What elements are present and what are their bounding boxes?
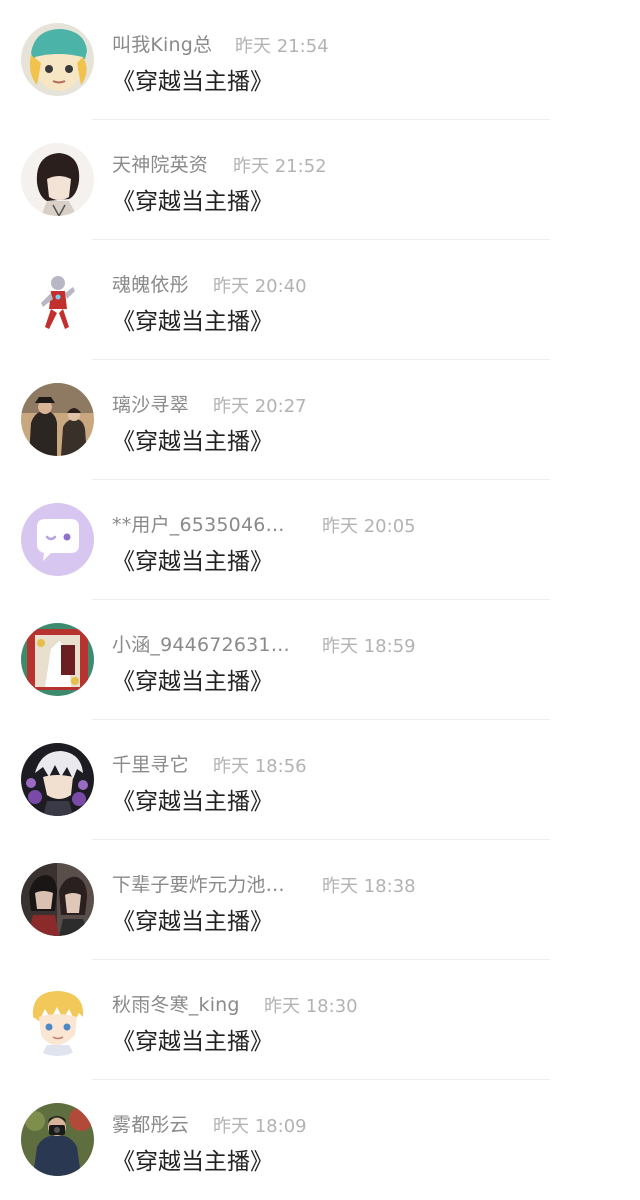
avatar[interactable] [21,743,94,816]
username[interactable]: 璃沙寻翠 [112,390,189,417]
anime-boy-avatar-icon [21,23,94,96]
avatar[interactable] [21,383,94,456]
avatar[interactable] [21,23,94,96]
comment-item[interactable]: 魂魄依彤 昨天 20:40 《穿越当主播》 [0,240,640,360]
comment-item[interactable]: 小涵_944672631… 昨天 18:59 《穿越当主播》 [0,600,640,720]
username[interactable]: **用户_6535046… [112,510,285,537]
sketch-portrait-avatar-icon [21,143,94,216]
timestamp: 昨天 21:54 [235,36,329,57]
username[interactable]: 下辈子要炸元力池… [112,870,285,897]
comment-text: 《穿越当主播》 [112,789,273,815]
timestamp: 昨天 18:38 [322,876,416,897]
anime-blonde-avatar-icon [21,983,94,1056]
username[interactable]: 魂魄依彤 [112,270,189,297]
comment-item[interactable]: **用户_6535046… 昨天 20:05 《穿越当主播》 [0,480,640,600]
avatar[interactable] [21,503,94,576]
timestamp: 昨天 20:27 [213,396,307,417]
photographer-photo-avatar-icon [21,1103,94,1176]
chat-bubble-avatar-icon [21,503,94,576]
avatar[interactable] [21,983,94,1056]
timestamp: 昨天 18:30 [264,996,358,1017]
timestamp: 昨天 21:52 [233,156,327,177]
anime-pair-avatar-icon [21,863,94,936]
comment-item[interactable]: 雾都彤云 昨天 18:09 《穿越当主播》 [0,1080,640,1200]
comment-item[interactable]: 秋雨冬寒_king 昨天 18:30 《穿越当主播》 [0,960,640,1080]
username[interactable]: 叫我King总 [112,30,212,57]
comment-text: 《穿越当主播》 [112,909,273,935]
comment-item[interactable]: 天神院英资 昨天 21:52 《穿越当主播》 [0,120,640,240]
festive-card-avatar-icon [21,623,94,696]
comment-text: 《穿越当主播》 [112,549,273,575]
comment-text: 《穿越当主播》 [112,309,273,335]
comment-item[interactable]: 千里寻它 昨天 18:56 《穿越当主播》 [0,720,640,840]
timestamp: 昨天 20:05 [322,516,416,537]
comment-item[interactable]: 叫我King总 昨天 21:54 《穿越当主播》 [0,0,640,120]
avatar[interactable] [21,623,94,696]
avatar[interactable] [21,1103,94,1176]
avatar[interactable] [21,143,94,216]
comment-text: 《穿越当主播》 [112,1149,273,1175]
timestamp: 昨天 18:59 [322,636,416,657]
comment-text: 《穿越当主播》 [112,1029,273,1055]
hero-figure-avatar-icon [21,263,94,336]
timestamp: 昨天 20:40 [213,276,307,297]
username[interactable]: 小涵_944672631… [112,630,290,657]
comment-item[interactable]: 下辈子要炸元力池… 昨天 18:38 《穿越当主播》 [0,840,640,960]
comment-text: 《穿越当主播》 [112,429,273,455]
username[interactable]: 千里寻它 [112,750,189,777]
username[interactable]: 雾都彤云 [112,1110,189,1137]
comment-text: 《穿越当主播》 [112,69,273,95]
comment-text: 《穿越当主播》 [112,189,273,215]
comment-item[interactable]: 璃沙寻翠 昨天 20:27 《穿越当主播》 [0,360,640,480]
couple-photo-avatar-icon [21,383,94,456]
username[interactable]: 天神院英资 [112,150,208,177]
avatar[interactable] [21,863,94,936]
avatar[interactable] [21,263,94,336]
username[interactable]: 秋雨冬寒_king [112,990,240,1017]
timestamp: 昨天 18:56 [213,756,307,777]
anime-character-avatar-icon [21,743,94,816]
timestamp: 昨天 18:09 [213,1116,307,1137]
comment-text: 《穿越当主播》 [112,669,273,695]
